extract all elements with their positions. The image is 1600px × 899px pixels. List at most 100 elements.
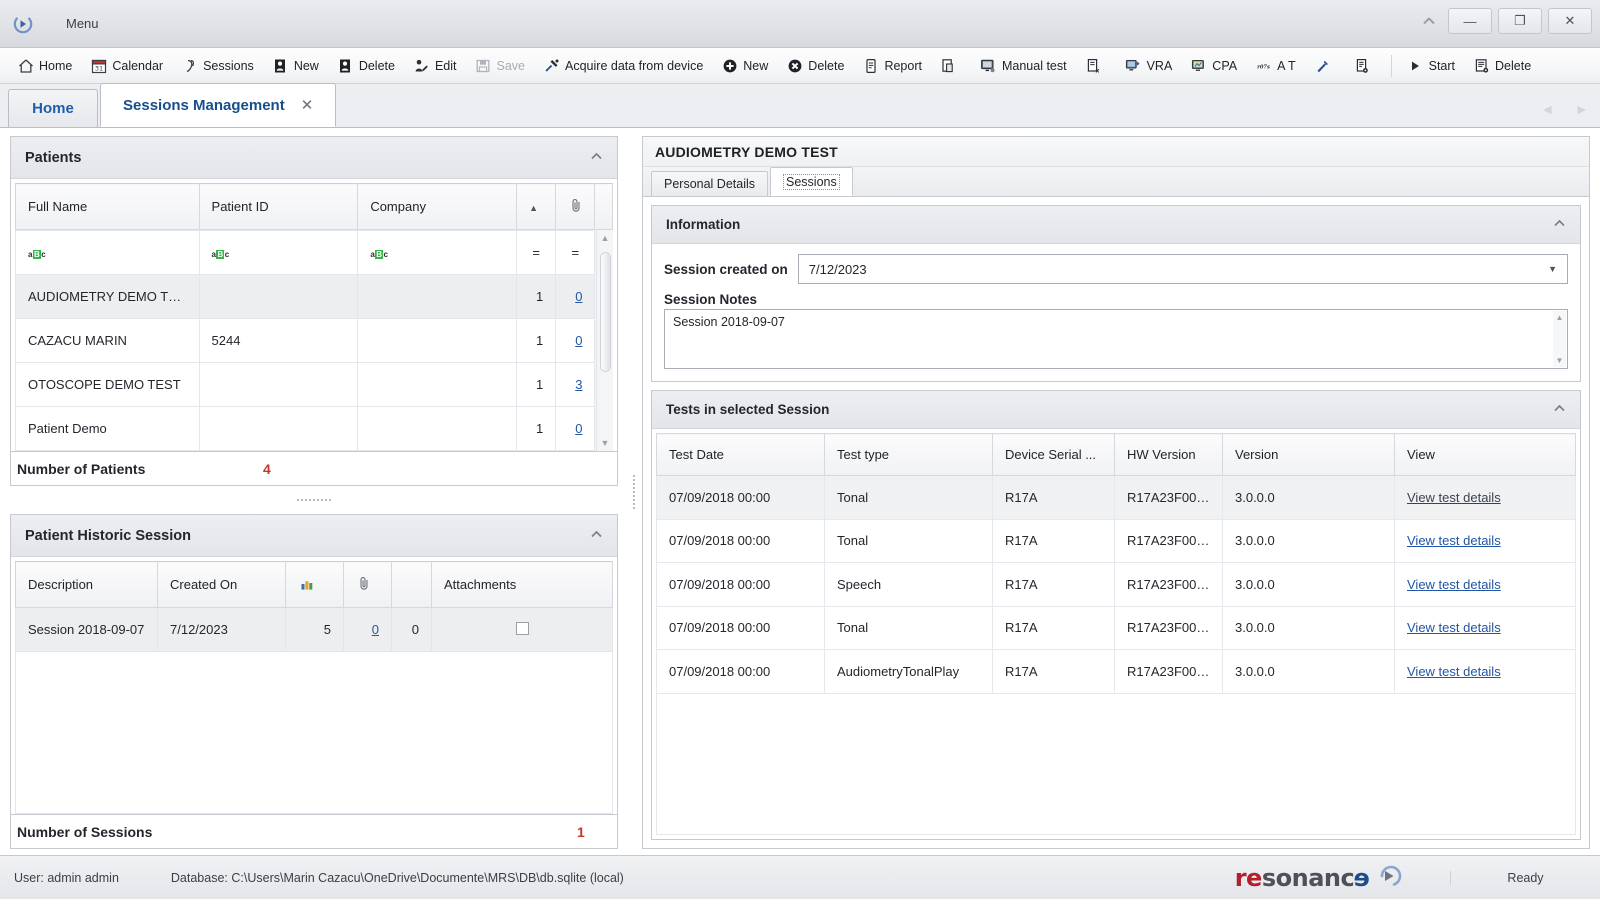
patients-filter-company[interactable]: aBc — [357, 230, 518, 275]
historic-col-tests[interactable] — [285, 561, 344, 608]
table-row[interactable]: 07/09/2018 00:00 Tonal R17A R17A23F0020.… — [656, 518, 1576, 563]
scroll-up-icon[interactable]: ▲ — [601, 230, 610, 246]
session-created-dropdown[interactable]: 7/12/2023 ▼ — [797, 254, 1568, 284]
toolbar-tuning-fork-button[interactable] — [1305, 51, 1345, 81]
test-view-cell[interactable]: View test details — [1394, 605, 1576, 650]
chevron-up-icon[interactable] — [1553, 404, 1566, 416]
tests-col-device-serial[interactable]: Device Serial ... — [992, 433, 1115, 476]
historic-col-attachments[interactable]: Attachments — [431, 561, 613, 608]
toolbar-document-excel-button[interactable]: x — [1076, 51, 1116, 81]
patient-attachment-link[interactable]: 3 — [575, 377, 582, 392]
tests-col-test-type[interactable]: Test type — [824, 433, 993, 476]
table-row[interactable]: CAZACU MARIN 5244 1 0 — [15, 318, 613, 363]
tab-prev-icon[interactable]: ◀ — [1543, 103, 1551, 116]
close-button[interactable]: ✕ — [1548, 8, 1592, 34]
table-row[interactable]: OTOSCOPE DEMO TEST 1 3 — [15, 362, 613, 407]
vertical-splitter[interactable] — [626, 128, 642, 855]
patient-attachment-link[interactable]: 0 — [575, 421, 582, 436]
patients-filter-attachments[interactable]: = — [555, 230, 596, 275]
patient-attachment-link[interactable]: 0 — [575, 333, 582, 348]
historic-col-blank[interactable] — [391, 561, 432, 608]
historic-col-description[interactable]: Description — [15, 561, 158, 608]
table-row[interactable]: Session 2018-09-07 7/12/2023 5 0 0 — [15, 607, 613, 652]
chevron-up-icon[interactable] — [590, 530, 603, 542]
historic-session-header[interactable]: Patient Historic Session — [11, 515, 617, 557]
minimize-button[interactable]: — — [1448, 8, 1492, 34]
toolbar-delete-patient-button[interactable]: Delete — [328, 51, 404, 81]
toolbar-calendar-button[interactable]: 31 Calendar — [81, 51, 172, 81]
tab-sessions-management[interactable]: Sessions Management ✕ — [100, 83, 337, 127]
tab-next-icon[interactable]: ▶ — [1578, 103, 1586, 116]
checkbox-icon[interactable] — [515, 621, 529, 635]
patients-col-attachments[interactable] — [555, 183, 596, 230]
toolbar-new-patient-button[interactable]: New — [263, 51, 328, 81]
patients-filter-patient-id[interactable]: aBc — [198, 230, 359, 275]
view-test-details-link[interactable]: View test details — [1407, 533, 1501, 548]
historic-attachment-link[interactable]: 0 — [372, 622, 379, 637]
patient-attachment-link[interactable]: 0 — [575, 289, 582, 304]
notes-scrollbar[interactable]: ▲ ▼ — [1553, 311, 1566, 367]
table-row[interactable]: 07/09/2018 00:00 Tonal R17A R17A23F0020.… — [656, 475, 1576, 520]
toolbar-new-session-button[interactable]: New — [712, 51, 777, 81]
toolbar-sessions-button[interactable]: Sessions — [172, 51, 263, 81]
patient-attachment-count[interactable]: 0 — [555, 318, 596, 363]
scroll-down-icon[interactable]: ▼ — [601, 435, 610, 451]
scroll-up-icon[interactable]: ▲ — [1556, 313, 1564, 322]
patients-col-patient-id[interactable]: Patient ID — [198, 183, 359, 230]
toolbar-at-button[interactable]: r07s A T — [1246, 51, 1305, 81]
patient-attachment-count[interactable]: 0 — [555, 406, 596, 451]
app-orb-icon[interactable] — [10, 11, 36, 37]
toolbar-acquire-button[interactable]: Acquire data from device — [534, 51, 712, 81]
test-view-cell[interactable]: View test details — [1394, 562, 1576, 607]
view-test-details-link[interactable]: View test details — [1407, 490, 1501, 505]
toolbar-start-button[interactable]: Start — [1398, 51, 1464, 81]
toolbar-manual-test-button[interactable]: Manual test — [971, 51, 1076, 81]
test-view-cell[interactable]: View test details — [1394, 475, 1576, 520]
menu-button[interactable]: Menu — [66, 16, 99, 31]
table-row[interactable]: 07/09/2018 00:00 Speech R17A R17A23F0020… — [656, 562, 1576, 607]
ribbon-collapse-icon[interactable] — [1416, 8, 1442, 34]
horizontal-splitter[interactable] — [10, 486, 618, 514]
toolbar-vra-button[interactable]: VRA — [1116, 51, 1182, 81]
tests-col-view[interactable]: View — [1394, 433, 1576, 476]
toolbar-document-settings-button[interactable] — [1345, 51, 1385, 81]
patient-attachment-count[interactable]: 0 — [555, 274, 596, 319]
tests-col-version[interactable]: Version — [1222, 433, 1395, 476]
view-test-details-link[interactable]: View test details — [1407, 664, 1501, 679]
patients-filter-sessions[interactable]: = — [516, 230, 557, 275]
tab-close-icon[interactable]: ✕ — [301, 96, 314, 114]
patients-panel-header[interactable]: Patients — [11, 137, 617, 179]
chevron-down-icon[interactable]: ▼ — [1548, 264, 1557, 274]
toolbar-delete-session-button[interactable]: Delete — [777, 51, 853, 81]
table-row[interactable]: 07/09/2018 00:00 Tonal R17A R17A23F0020.… — [656, 605, 1576, 650]
tab-sessions[interactable]: Sessions — [770, 167, 853, 196]
chevron-up-icon[interactable] — [590, 152, 603, 164]
tests-panel-header[interactable]: Tests in selected Session — [652, 391, 1580, 429]
historic-col-created-on[interactable]: Created On — [157, 561, 286, 608]
patients-vertical-scrollbar[interactable]: ▲ ▼ — [596, 230, 613, 451]
toolbar-document-copy-button[interactable] — [931, 51, 971, 81]
information-panel-header[interactable]: Information — [652, 206, 1580, 244]
restore-button[interactable]: ❐ — [1498, 8, 1542, 34]
view-test-details-link[interactable]: View test details — [1407, 577, 1501, 592]
historic-col-attachments-count[interactable] — [343, 561, 392, 608]
patients-filter-full-name[interactable]: aBc — [15, 230, 200, 275]
scroll-down-icon[interactable]: ▼ — [1556, 356, 1564, 365]
test-view-cell[interactable]: View test details — [1394, 518, 1576, 563]
tab-home[interactable]: Home — [8, 89, 98, 127]
table-row[interactable]: AUDIOMETRY DEMO TE... 1 0 — [15, 274, 613, 319]
toolbar-home-button[interactable]: Home — [8, 51, 81, 81]
toolbar-delete-list-button[interactable]: Delete — [1464, 51, 1540, 81]
historic-attachment-checkbox-cell[interactable] — [431, 607, 613, 652]
patient-attachment-count[interactable]: 3 — [555, 362, 596, 407]
patients-col-full-name[interactable]: Full Name — [15, 183, 200, 230]
patients-col-sessions[interactable]: ▲ — [516, 183, 557, 230]
toolbar-edit-button[interactable]: Edit — [404, 51, 466, 81]
patients-col-company[interactable]: Company — [357, 183, 518, 230]
session-notes-input[interactable]: Session 2018-09-07 ▲ ▼ — [664, 309, 1568, 369]
tests-col-hw-version[interactable]: HW Version — [1114, 433, 1223, 476]
scroll-thumb[interactable] — [599, 252, 611, 372]
toolbar-cpa-button[interactable]: CPA — [1181, 51, 1246, 81]
tests-col-test-date[interactable]: Test Date — [656, 433, 825, 476]
table-row[interactable]: 07/09/2018 00:00 AudiometryTonalPlay R17… — [656, 649, 1576, 694]
